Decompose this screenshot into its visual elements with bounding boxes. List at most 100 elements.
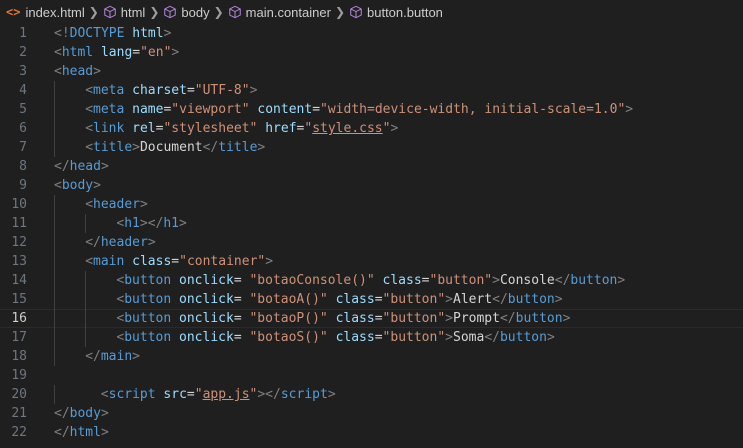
code-token: > bbox=[139, 197, 148, 212]
code-token: </ bbox=[499, 311, 516, 326]
code-line[interactable]: 18 </main> bbox=[0, 347, 743, 366]
breadcrumb-item-file[interactable]: <> index.html bbox=[6, 5, 85, 20]
indent-guide bbox=[54, 195, 55, 214]
code-line[interactable]: 11 <h1></h1> bbox=[0, 214, 743, 233]
code-editor[interactable]: 1 <!DOCTYPE html> 2 <html lang="en"> 3 <head>… bbox=[0, 24, 743, 448]
code-token: button bbox=[570, 273, 618, 288]
indent-guide bbox=[85, 309, 87, 328]
code-line[interactable]: 16 <button onclick= "botaoP()" class="but… bbox=[0, 309, 743, 328]
breadcrumb-item-button[interactable]: button.button bbox=[349, 5, 443, 20]
element-cube-icon bbox=[349, 5, 363, 19]
code-token: > bbox=[327, 387, 336, 402]
code-text: </header> bbox=[85, 233, 155, 252]
code-token: = bbox=[312, 102, 321, 117]
code-line[interactable]: 10 <header> bbox=[0, 195, 743, 214]
code-token: "button" bbox=[382, 311, 446, 326]
code-token: Console bbox=[499, 273, 555, 288]
breadcrumb-item-html[interactable]: html bbox=[103, 5, 145, 20]
code-text: <button onclick= "botaoConsole()" class=… bbox=[116, 271, 625, 290]
code-line[interactable]: 15 <button onclick= "botaoA()" class="but… bbox=[0, 290, 743, 309]
code-line[interactable]: 1 <!DOCTYPE html> bbox=[0, 24, 743, 43]
breadcrumb-item-main[interactable]: main.container bbox=[228, 5, 331, 20]
indent-guide bbox=[54, 328, 55, 347]
code-line[interactable]: 8 </head> bbox=[0, 157, 743, 176]
code-text: </body> bbox=[54, 404, 109, 423]
code-token: = bbox=[186, 387, 195, 402]
code-token: style.css bbox=[312, 121, 383, 136]
code-token: < bbox=[85, 140, 94, 155]
code-line[interactable]: 6 <link rel="stylesheet" href="style.css"… bbox=[0, 119, 743, 138]
code-token: = bbox=[233, 311, 250, 326]
code-token: < bbox=[54, 45, 62, 60]
code-token: = bbox=[233, 330, 250, 345]
line-number: 5 bbox=[19, 102, 27, 117]
code-token: onclick bbox=[179, 292, 234, 307]
code-token: class bbox=[335, 292, 375, 307]
breadcrumb: <> index.html ❯ html ❯ body ❯ main.conta… bbox=[0, 0, 743, 24]
code-token: "viewport" bbox=[171, 102, 250, 117]
code-token: "en" bbox=[140, 45, 172, 60]
code-text: <h1></h1> bbox=[116, 214, 186, 233]
code-text: <head> bbox=[54, 62, 101, 81]
code-line[interactable]: 5 <meta name="viewport" content="width=de… bbox=[0, 100, 743, 119]
code-token: > bbox=[562, 311, 571, 326]
line-number: 4 bbox=[19, 83, 27, 98]
code-token: "button" bbox=[382, 292, 446, 307]
code-line[interactable]: 14 <button onclick= "botaoConsole()" clas… bbox=[0, 271, 743, 290]
code-text: <meta charset="UTF-8"> bbox=[85, 81, 257, 100]
code-token: < bbox=[85, 254, 94, 269]
line-number: 9 bbox=[19, 178, 27, 193]
code-token: > bbox=[257, 140, 266, 155]
code-token: head bbox=[69, 159, 101, 174]
code-text: <title>Document</title> bbox=[85, 138, 265, 157]
code-line[interactable]: 9 <body> bbox=[0, 176, 743, 195]
code-token: </ bbox=[85, 349, 101, 364]
line-number: 1 bbox=[19, 26, 27, 41]
code-token: html bbox=[69, 425, 101, 440]
element-cube-icon bbox=[103, 5, 117, 19]
line-number: 21 bbox=[11, 406, 27, 421]
indent-guide bbox=[54, 309, 55, 328]
code-token: "container" bbox=[179, 254, 266, 269]
code-token: </ bbox=[484, 330, 500, 345]
indent-guide bbox=[85, 271, 87, 290]
code-token: rel bbox=[132, 121, 156, 136]
code-token: > bbox=[163, 26, 172, 41]
code-token: Soma bbox=[453, 330, 485, 345]
line-number: 6 bbox=[19, 121, 27, 136]
code-token: > bbox=[171, 45, 180, 60]
code-line[interactable]: 13 <main class="container"> bbox=[0, 252, 743, 271]
code-token: onclick bbox=[179, 330, 234, 345]
code-line[interactable]: 21 </body> bbox=[0, 404, 743, 423]
code-token: html bbox=[132, 26, 164, 41]
code-token: > bbox=[100, 425, 109, 440]
code-token: class bbox=[335, 330, 375, 345]
code-line[interactable]: 20 <script src="app.js"></script> bbox=[0, 385, 743, 404]
code-line[interactable]: 7 <title>Document</title> bbox=[0, 138, 743, 157]
breadcrumb-item-body[interactable]: body bbox=[163, 5, 210, 20]
code-line[interactable]: 17 <button onclick= "botaoS()" class="but… bbox=[0, 328, 743, 347]
line-number: 11 bbox=[11, 216, 27, 231]
code-text: <button onclick= "botaoA()" class="butto… bbox=[116, 290, 562, 309]
code-token: "botaoS()" bbox=[249, 330, 328, 345]
line-number: 3 bbox=[19, 64, 27, 79]
code-line[interactable]: 22 </html> bbox=[0, 423, 743, 442]
indent-guide bbox=[54, 347, 55, 366]
code-token: button bbox=[499, 330, 547, 345]
code-line[interactable]: 19 bbox=[0, 366, 743, 385]
code-token: </ bbox=[54, 159, 70, 174]
indent-guide bbox=[54, 252, 55, 271]
code-line[interactable]: 4 <meta charset="UTF-8"> bbox=[0, 81, 743, 100]
code-token: = bbox=[186, 83, 195, 98]
code-token: href bbox=[265, 121, 297, 136]
code-line[interactable]: 2 <html lang="en"> bbox=[0, 43, 743, 62]
code-token: </ bbox=[85, 235, 101, 250]
code-line[interactable]: 3 <head> bbox=[0, 62, 743, 81]
code-token: meta bbox=[93, 102, 125, 117]
code-line[interactable]: 12 </header> bbox=[0, 233, 743, 252]
line-number: 12 bbox=[11, 235, 27, 250]
